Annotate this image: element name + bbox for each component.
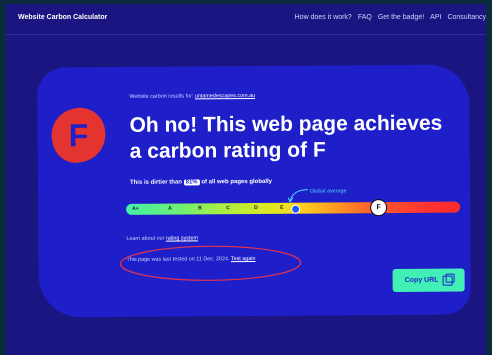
grade-e: E <box>280 204 284 211</box>
annotation-ellipse-icon <box>119 245 302 281</box>
dirtier-text: This is dirtier than 81% of all web page… <box>129 178 273 186</box>
global-average-marker <box>291 204 301 214</box>
grade-a-plus: A+ <box>132 205 139 212</box>
nav-get-badge[interactable]: Get the badge! <box>378 14 424 21</box>
copy-url-button[interactable]: Copy URL <box>392 268 465 293</box>
rating-badge-letter: F <box>68 116 89 153</box>
rating-scale: A+ A B C D E F <box>126 199 461 217</box>
grade-c: C <box>226 205 230 212</box>
rating-badge: F <box>46 103 111 168</box>
nav-consultancy[interactable]: Consultancy <box>447 14 486 21</box>
main-nav: How does it work? FAQ Get the badge! API… <box>295 14 486 21</box>
brand-logo[interactable]: Website Carbon Calculator <box>18 14 107 21</box>
current-rating-marker: F <box>370 199 388 217</box>
page: Website Carbon Calculator How does it wo… <box>6 4 486 355</box>
nav-api[interactable]: API <box>430 14 441 21</box>
nav-how-it-works[interactable]: How does it work? <box>295 14 352 21</box>
headline: Oh no! This web page achieves a carbon r… <box>129 111 443 163</box>
results-for-text: Website carbon results for: untamedescap… <box>129 92 256 100</box>
rating-system-link[interactable]: rating system <box>166 235 198 241</box>
nav-faq[interactable]: FAQ <box>358 14 372 21</box>
copy-icon <box>442 275 453 286</box>
grade-b: B <box>198 205 202 212</box>
learn-text: Learn about our rating system <box>126 235 198 242</box>
global-average-arrow-icon <box>287 189 308 203</box>
dirtier-percentage: 81% <box>183 179 200 186</box>
global-average-label: Global average <box>309 188 347 195</box>
grade-d: D <box>254 204 258 211</box>
grade-a: A <box>168 205 172 212</box>
site-link[interactable]: untamedescapes.com.au <box>195 93 255 99</box>
top-bar: Website Carbon Calculator How does it wo… <box>6 4 486 35</box>
result-card: Website carbon results for: untamedescap… <box>37 64 471 318</box>
